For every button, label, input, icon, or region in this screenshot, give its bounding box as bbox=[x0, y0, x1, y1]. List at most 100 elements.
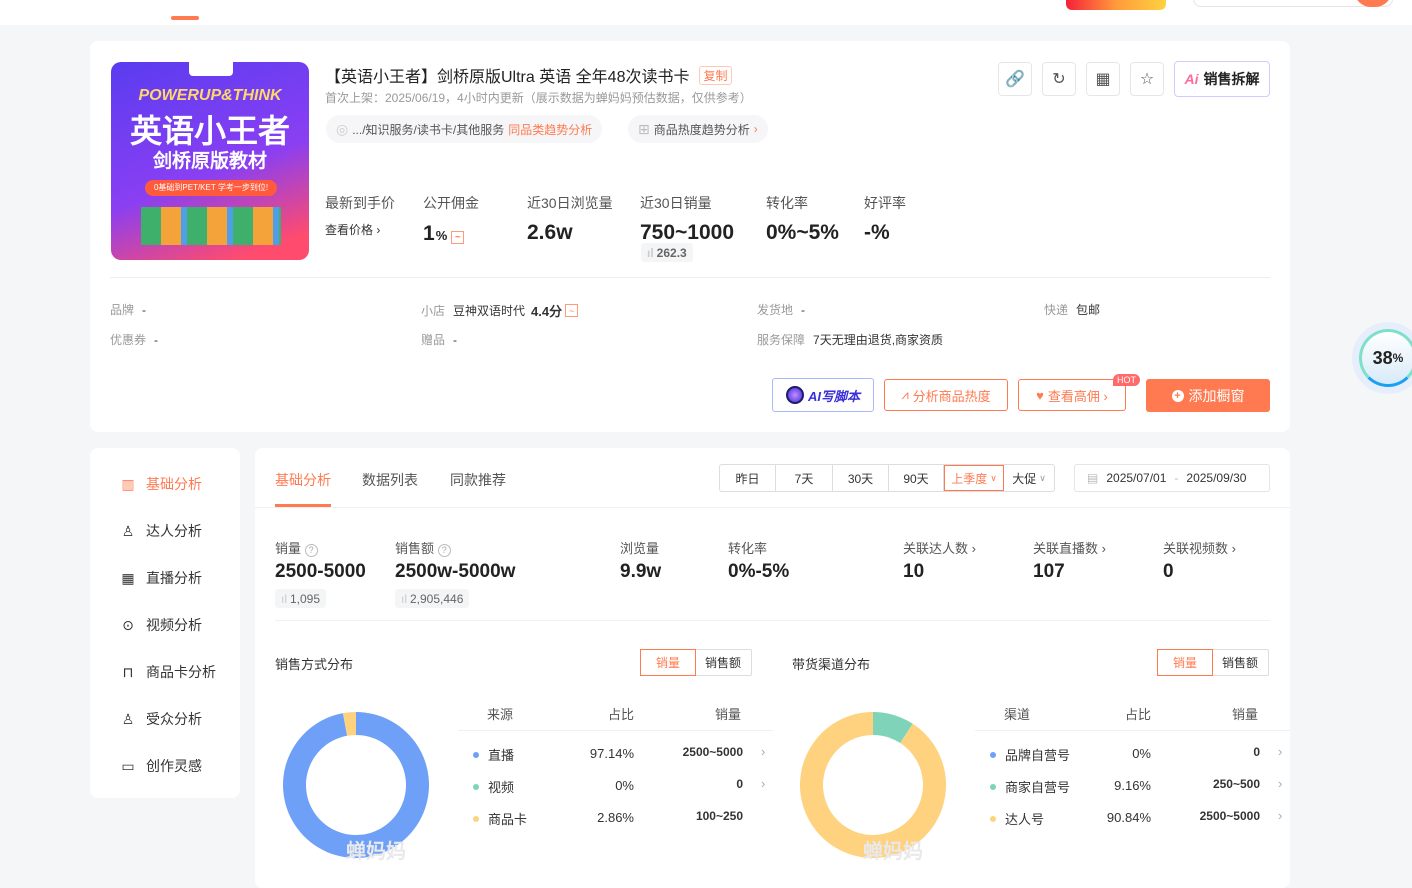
live-icon: ▦ bbox=[121, 569, 135, 586]
sidebar-item[interactable]: ▭ 创作灵感 bbox=[120, 756, 202, 776]
qrcode-icon[interactable]: ▦ bbox=[1086, 62, 1120, 96]
stat-label: 转化率 bbox=[728, 538, 767, 557]
trend-icon[interactable]: ~ bbox=[451, 231, 465, 244]
sidebar-item-label: 直播分析 bbox=[146, 570, 202, 586]
promo-banner[interactable] bbox=[1066, 0, 1166, 10]
metric-label: 近30日浏览量 bbox=[527, 195, 613, 211]
star-icon[interactable]: ☆ bbox=[1130, 62, 1164, 96]
rating-value: -% bbox=[864, 221, 890, 244]
tab-basic-analysis[interactable]: 基础分析 bbox=[275, 470, 331, 490]
sales-badge-value: 262.3 bbox=[656, 245, 687, 260]
date-range-picker[interactable]: ▤ 2025/07/01 - 2025/09/30 bbox=[1074, 464, 1270, 492]
chevron-right-icon[interactable]: › bbox=[1278, 776, 1282, 791]
progress-widget[interactable]: 38% bbox=[1352, 322, 1412, 394]
ai-script-label: AI写脚本 bbox=[807, 388, 860, 404]
chevron-right-icon[interactable]: › bbox=[1278, 808, 1282, 823]
shop-link[interactable]: 豆神双语时代 bbox=[453, 302, 525, 319]
metric-label: 公开佣金 bbox=[423, 195, 479, 211]
stat-label[interactable]: 关联视频数 › bbox=[1163, 538, 1236, 557]
sidebar-item[interactable]: ♙ 受众分析 bbox=[120, 709, 202, 729]
ai-orb-icon bbox=[785, 386, 804, 404]
percent-value: 0% bbox=[1132, 746, 1151, 761]
guarantee-label: 服务保障 bbox=[757, 333, 806, 347]
line-chart-icon: ⩘ bbox=[901, 387, 909, 402]
analyze-heat-button[interactable]: ⩘ 分析商品热度 bbox=[884, 379, 1008, 411]
stat-value: 0%-5% bbox=[728, 561, 790, 582]
stat-badge-value: 1,095 bbox=[290, 591, 321, 606]
copy-button[interactable]: 复制 bbox=[699, 65, 732, 85]
legend-label: 视频 bbox=[488, 780, 515, 795]
divider bbox=[275, 620, 1270, 621]
toggle-revenue[interactable]: 销售额 bbox=[695, 650, 751, 675]
tab-similar[interactable]: 同款推荐 bbox=[450, 470, 506, 490]
share-icon[interactable]: ↻ bbox=[1042, 62, 1076, 96]
chevron-right-icon[interactable]: › bbox=[1278, 744, 1282, 759]
product-image[interactable]: POWERUP&THINK 英语小王者 剑桥原版教材 0基础到PET/KET 学… bbox=[111, 62, 309, 260]
sidebar-item-label: 商品卡分析 bbox=[146, 664, 216, 680]
stat-label-text: 销量 bbox=[275, 541, 302, 556]
watermark: 蝉妈妈 bbox=[346, 841, 406, 863]
calendar-icon: ▤ bbox=[1087, 471, 1099, 485]
ai-script-button[interactable]: AI写脚本 bbox=[772, 378, 874, 412]
sales-value: 100~250 bbox=[695, 809, 743, 823]
toggle-sales[interactable]: 销量 bbox=[1157, 649, 1213, 676]
range-selector: 昨日 7天 30天 90天 上季度 ∨ 大促 ∨ bbox=[719, 464, 1055, 492]
stat-value: 10 bbox=[903, 561, 925, 582]
stat-label[interactable]: 关联达人数 › bbox=[903, 538, 976, 557]
tab-data-list[interactable]: 数据列表 bbox=[362, 470, 418, 490]
sidebar-item[interactable]: ♙ 达人分析 bbox=[120, 521, 202, 541]
stat-value: 2500w-5000w bbox=[395, 561, 516, 582]
trend-icon[interactable]: ~ bbox=[565, 304, 579, 317]
help-icon[interactable]: ? bbox=[304, 543, 318, 557]
stat-label: 销量 ? bbox=[275, 538, 318, 557]
top-nav-bar bbox=[0, 0, 1412, 25]
gift-value: - bbox=[453, 333, 458, 347]
watermark: 蝉妈妈 bbox=[863, 841, 923, 863]
plus-icon: + bbox=[1171, 389, 1184, 402]
stat-value: 107 bbox=[1033, 561, 1065, 582]
sales-value: 2500~5000 bbox=[682, 745, 743, 759]
range-90d[interactable]: 90天 bbox=[889, 465, 944, 491]
date-separator: - bbox=[1174, 471, 1179, 485]
product-card: POWERUP&THINK 英语小王者 剑桥原版教材 0基础到PET/KET 学… bbox=[90, 41, 1290, 432]
progress-value: 38 bbox=[1372, 347, 1393, 368]
image-text: 0基础到PET/KET 学考一步到位! bbox=[145, 180, 277, 196]
sidebar-item[interactable]: ▥ 基础分析 bbox=[120, 474, 202, 494]
commission-value: 1 bbox=[423, 222, 435, 245]
toggle-sales[interactable]: 销量 bbox=[640, 649, 696, 676]
category-trend-link[interactable]: 同品类趋势分析 bbox=[508, 121, 592, 138]
link-icon[interactable]: 🔗 bbox=[998, 62, 1032, 96]
metric-label: 最新到手价 bbox=[325, 195, 395, 211]
view-price-link[interactable]: 查看价格 › bbox=[325, 221, 380, 238]
help-icon[interactable]: ? bbox=[437, 543, 451, 557]
view-high-commission-button[interactable]: ♥ 查看高佣 › bbox=[1018, 379, 1126, 411]
sales-value: 750~1000 bbox=[640, 221, 735, 244]
sidebar-item[interactable]: ⊓ 商品卡分析 bbox=[120, 662, 216, 682]
range-30d[interactable]: 30天 bbox=[833, 465, 889, 491]
chevron-right-icon[interactable]: › bbox=[761, 776, 765, 791]
stat-label[interactable]: 关联直播数 › bbox=[1033, 538, 1106, 557]
percent-value: 97.14% bbox=[589, 746, 634, 761]
legend-label: 达人号 bbox=[1005, 812, 1045, 827]
legend-label: 品牌自营号 bbox=[1005, 748, 1071, 763]
add-to-window-button[interactable]: + 添加橱窗 bbox=[1146, 379, 1270, 412]
sales-breakdown-button[interactable]: Ai 销售拆解 bbox=[1174, 61, 1270, 97]
brand-value: - bbox=[142, 303, 147, 317]
sidebar-item[interactable]: ⊙ 视频分析 bbox=[120, 615, 202, 635]
sidebar-item[interactable]: ▦ 直播分析 bbox=[120, 568, 202, 588]
range-last-quarter[interactable]: 上季度 ∨ bbox=[944, 465, 1004, 491]
chevron-right-icon[interactable]: › bbox=[761, 744, 765, 759]
stat-badge: ıl 1,095 bbox=[275, 589, 327, 608]
legend-label: 直播 bbox=[488, 748, 515, 763]
range-yesterday[interactable]: 昨日 bbox=[720, 465, 776, 491]
date-start: 2025/07/01 bbox=[1106, 471, 1167, 485]
toggle-revenue[interactable]: 销售额 bbox=[1212, 650, 1268, 675]
heat-trend-link[interactable]: ⊞ 商品热度趋势分析 › bbox=[628, 115, 768, 143]
chart-title: 销售方式分布 bbox=[275, 657, 354, 672]
legend-dot bbox=[473, 751, 479, 758]
column-header: 销量 bbox=[715, 707, 742, 722]
range-7d[interactable]: 7天 bbox=[776, 465, 833, 491]
range-promo[interactable]: 大促 ∨ bbox=[1004, 465, 1054, 491]
legend-label: 商家自营号 bbox=[1005, 780, 1071, 795]
guarantee-value: 7天无理由退货,商家资质 bbox=[813, 333, 944, 347]
